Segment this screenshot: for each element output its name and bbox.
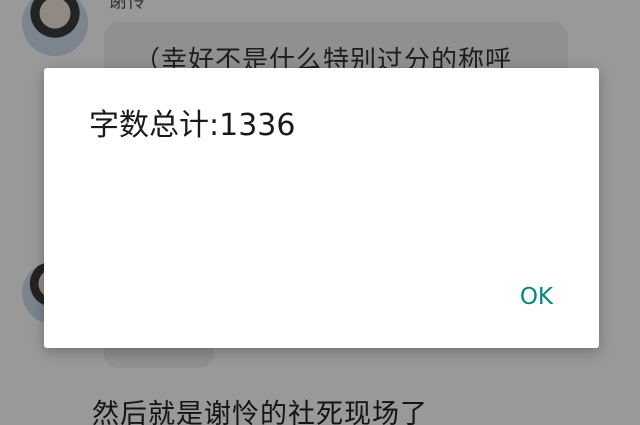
dialog-message: 字数总计:1336 [89,108,296,143]
ok-button[interactable]: OK [514,280,559,314]
alert-dialog: 字数总计:1336 OK [44,68,599,348]
screen: 谢怜 （幸好不是什么特别过分的称呼 然后就是谢怜的社死现场了 字数总计:1336… [0,0,640,425]
